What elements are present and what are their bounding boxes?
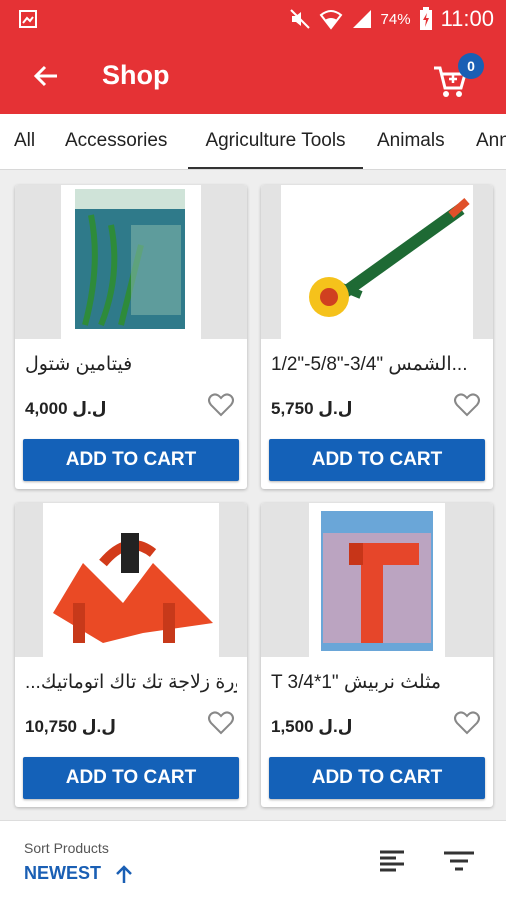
add-to-cart-button[interactable]: ADD TO CART: [23, 439, 239, 481]
cart-count-badge: 0: [458, 53, 484, 79]
product-card[interactable]: ...ورة زلاجة تك تاك اتوماتيك 10,750 ل.ل …: [15, 503, 247, 807]
tab-agriculture-tools[interactable]: Agriculture Tools: [188, 114, 363, 169]
heart-icon[interactable]: [207, 391, 235, 419]
tab-animals[interactable]: Animals: [377, 114, 445, 169]
product-price: 10,750 ل.ل: [25, 717, 116, 736]
sort-label: Sort Products: [24, 840, 109, 856]
arrow-up-icon: [116, 864, 132, 883]
add-to-cart-button[interactable]: ADD TO CART: [269, 439, 485, 481]
product-price: 1,500 ل.ل: [271, 717, 353, 736]
product-card[interactable]: فيتامين شتول 4,000 ل.ل ADD TO CART: [15, 185, 247, 489]
tab-accessories[interactable]: Accessories: [65, 114, 167, 169]
clock: 11:00: [440, 6, 494, 31]
app-bar: Shop 0: [0, 38, 506, 114]
heart-icon[interactable]: [453, 391, 481, 419]
tee-connector-image: [321, 511, 433, 651]
product-image: [15, 503, 247, 657]
signal-icon: [352, 10, 371, 28]
add-to-cart-button[interactable]: ADD TO CART: [269, 757, 485, 799]
product-name: T 3/4*1" مثلث نربيش: [271, 672, 442, 693]
category-tabs: All Accessories Agriculture Tools Animal…: [0, 114, 506, 170]
product-card[interactable]: 1/2"-5/8"-3/4" الشمس... 5,750 ل.ل ADD TO…: [261, 185, 493, 489]
sort-value: NEWEST: [24, 863, 102, 883]
page-title: Shop: [102, 60, 170, 90]
wifi-icon: [319, 10, 342, 30]
product-name: ...ورة زلاجة تك تاك اتوماتيك: [25, 672, 237, 693]
cart-button[interactable]: 0: [432, 53, 484, 100]
product-name: 1/2"-5/8"-3/4" الشمس...: [271, 354, 468, 375]
status-bar: 74% 11:00: [0, 0, 506, 38]
heart-icon[interactable]: [453, 709, 481, 737]
battery-percentage: 74%: [380, 10, 411, 28]
back-button[interactable]: [28, 58, 64, 94]
vitamin-package-image: [75, 189, 185, 329]
product-image: [261, 185, 493, 339]
product-image: [261, 503, 493, 657]
back-arrow-icon: [33, 65, 57, 87]
tab-ann[interactable]: Ann: [476, 114, 506, 169]
product-image: [15, 185, 247, 339]
tab-all[interactable]: All: [14, 114, 35, 169]
product-grid: فيتامين شتول 4,000 ل.ل ADD TO CART 1/2"-…: [0, 170, 506, 820]
filter-icon[interactable]: [442, 845, 476, 877]
sled-sprinkler-image: [53, 533, 213, 643]
gallery-notification-icon: [19, 10, 37, 28]
product-name: فيتامين شتول: [25, 354, 133, 375]
product-price: 4,000 ل.ل: [25, 399, 107, 418]
battery-icon: [419, 7, 432, 30]
list-view-icon[interactable]: [376, 845, 408, 877]
mute-icon: [289, 9, 310, 29]
heart-icon[interactable]: [207, 709, 235, 737]
sort-bar: Sort Products NEWEST: [0, 820, 506, 900]
product-price: 5,750 ل.ل: [271, 399, 353, 418]
add-to-cart-button[interactable]: ADD TO CART: [23, 757, 239, 799]
sprinkler-image: [309, 197, 470, 317]
product-card[interactable]: T 3/4*1" مثلث نربيش 1,500 ل.ل ADD TO CAR…: [261, 503, 493, 807]
sort-toggle[interactable]: NEWEST: [24, 863, 133, 884]
